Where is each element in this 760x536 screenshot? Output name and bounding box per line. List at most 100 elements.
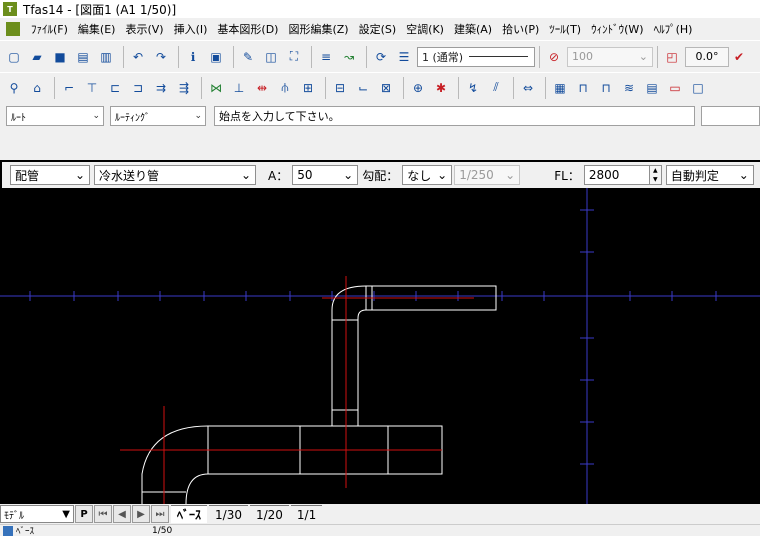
hatch-icon[interactable]: ⫽ [486, 78, 506, 98]
auto-select[interactable]: 自動判定 ⌄ [665, 165, 754, 185]
size-select[interactable]: 50 ⌄ [292, 165, 359, 185]
tab-1-30[interactable]: 1/30 [209, 505, 248, 523]
angle-field[interactable]: 0.0° [685, 46, 729, 67]
square-icon[interactable]: □ [688, 78, 708, 98]
menu-architecture[interactable]: 建築(A) [449, 21, 497, 37]
usage-select[interactable]: 冷水送り管 ⌄ [94, 165, 256, 185]
undo-icon[interactable]: ↶ [128, 47, 148, 67]
slope-value: なし [407, 168, 432, 183]
open-icon[interactable]: ▰ [27, 47, 47, 67]
next-page-icon[interactable]: ▶ [132, 505, 150, 523]
coordinate-input[interactable] [701, 106, 760, 126]
rounded-rect-icon[interactable]: ▭ [665, 78, 685, 98]
chevron-down-icon: ⌄ [738, 168, 749, 182]
menu-file[interactable]: ﾌｧｲﾙ(F) [26, 21, 73, 37]
check-icon[interactable]: ✔ [729, 47, 749, 67]
window-title: Tfas14 - [図面1 (A1 1/50)] [23, 2, 177, 17]
menu-tools[interactable]: ﾂｰﾙ(T) [544, 21, 586, 37]
tee-icon[interactable]: ⊤ [82, 78, 102, 98]
duct-branch-icon[interactable]: ⊠ [376, 78, 396, 98]
document-icon[interactable] [6, 22, 20, 36]
chevron-down-icon: ⌄ [194, 111, 202, 121]
layer-select[interactable]: 1 (通常) [417, 46, 535, 67]
menu-view[interactable]: 表示(V) [120, 21, 168, 37]
routing-select[interactable]: ﾙｰﾃｨﾝｸﾞ ⌄ [110, 106, 206, 126]
duct-icon[interactable]: ⊟ [330, 78, 350, 98]
drawing-toolbar: ⚲ ⌂ ⌐ ⊤ ⊏ ⊐ ⇉ ⇶ ⋈ ⊥ ⇹ ⫛ ⊞ ⊟ ⌙ ⊠ ⊕ ✱ ↯ ⫽ … [0, 72, 760, 102]
table-icon[interactable]: ▦ [550, 78, 570, 98]
ratio-select[interactable]: 1/250 ⌄ [454, 165, 521, 185]
menu-help[interactable]: ﾍﾙﾌﾟ(H) [649, 21, 698, 37]
scale-select[interactable]: 100 ⌄ [567, 46, 653, 67]
prev-page-icon[interactable]: ◀ [113, 505, 131, 523]
size-label: A： [268, 168, 289, 183]
print-icon[interactable]: ▥ [96, 47, 116, 67]
fl-spinner[interactable]: ▲ ▼ [649, 165, 662, 185]
menu-settings[interactable]: 設定(S) [354, 21, 402, 37]
auto-value: 自動判定 [670, 168, 719, 183]
no-entry-icon[interactable]: ⊘ [544, 47, 564, 67]
layer-icon[interactable]: ☰ [394, 47, 414, 67]
menu-basic-shapes[interactable]: 基本図形(D) [212, 21, 283, 37]
new-icon[interactable]: ▢ [4, 47, 24, 67]
pen-icon[interactable]: ✎ [238, 47, 258, 67]
menu-hvac[interactable]: 空調(K) [401, 21, 449, 37]
route-select[interactable]: ﾙｰﾄ ⌄ [6, 106, 104, 126]
fixture-icon[interactable]: ⌂ [27, 78, 47, 98]
menu-window[interactable]: ｳｨﾝﾄﾞｳ(W) [586, 21, 648, 37]
pipe-cut-icon[interactable]: ⇹ [252, 78, 272, 98]
frame-left-icon[interactable]: ⊓ [573, 78, 593, 98]
slope-label: 勾配： [362, 168, 399, 183]
menu-shape-edit[interactable]: 図形編集(Z) [283, 21, 353, 37]
equipment-icon[interactable]: ⚲ [4, 78, 24, 98]
fan-icon[interactable]: ✱ [431, 78, 451, 98]
branch-icon[interactable]: ⊐ [128, 78, 148, 98]
property-icon[interactable]: ▣ [206, 47, 226, 67]
duct-elbow-icon[interactable]: ⌙ [353, 78, 373, 98]
flange-icon[interactable]: ⊥ [229, 78, 249, 98]
standard-toolbar: ▢ ▰ ■ ▤ ▥ ↶ ↷ ℹ ▣ ✎ ◫ ⛶ ≡ ↝ ⟳ ☰ 1 (通常) ⊘… [0, 40, 760, 72]
reducer-icon[interactable]: ⊏ [105, 78, 125, 98]
connect-icon[interactable]: ⊞ [298, 78, 318, 98]
dimension-icon[interactable]: ⇔ [518, 78, 538, 98]
layers-icon[interactable]: ≋ [619, 78, 639, 98]
valve-icon[interactable]: ⋈ [206, 78, 226, 98]
slope-select[interactable]: なし ⌄ [402, 165, 453, 185]
refresh-icon[interactable]: ⟳ [371, 47, 391, 67]
toolbar-separator [201, 76, 202, 99]
text-format-icon[interactable]: ≡ [316, 47, 336, 67]
spin-up-icon[interactable]: ▲ [650, 166, 661, 175]
rotate-icon[interactable]: ◰ [662, 47, 682, 67]
spin-down-icon[interactable]: ▼ [650, 175, 661, 184]
route-icon[interactable]: ↯ [463, 78, 483, 98]
paper-button[interactable]: P [75, 505, 93, 523]
measure-icon[interactable]: ↝ [339, 47, 359, 67]
stack-icon[interactable]: ▤ [642, 78, 662, 98]
info-icon[interactable]: ℹ [183, 47, 203, 67]
frame-right-icon[interactable]: ⊓ [596, 78, 616, 98]
drawing-canvas[interactable] [0, 160, 760, 504]
toolbar-separator [178, 45, 179, 68]
model-select[interactable]: ﾓﾃﾞﾙ ▼ [0, 505, 74, 523]
print-preview-icon[interactable]: ▤ [73, 47, 93, 67]
fit-view-icon[interactable]: ⛶ [284, 47, 304, 67]
tab-base[interactable]: ﾍﾞｰｽ [171, 505, 208, 523]
menu-insert[interactable]: 挿入(I) [169, 21, 213, 37]
fl-input[interactable]: 2800 [583, 165, 650, 185]
first-page-icon[interactable]: ⏮ [94, 505, 112, 523]
last-page-icon[interactable]: ⏭ [151, 505, 169, 523]
save-icon[interactable]: ■ [50, 47, 70, 67]
frame-icon[interactable]: ◫ [261, 47, 281, 67]
support-icon[interactable]: ⫛ [275, 78, 295, 98]
menu-edit[interactable]: 編集(E) [73, 21, 121, 37]
elbow-icon[interactable]: ⌐ [59, 78, 79, 98]
kind-select[interactable]: 配管 ⌄ [10, 165, 90, 185]
menu-takeoff[interactable]: 拾い(P) [497, 21, 544, 37]
split-icon[interactable]: ⇉ [151, 78, 171, 98]
redo-icon[interactable]: ↷ [151, 47, 171, 67]
join-icon[interactable]: ⇶ [174, 78, 194, 98]
tab-1-20[interactable]: 1/20 [249, 505, 289, 523]
tab-1-1[interactable]: 1/1 [290, 505, 323, 523]
target-icon[interactable]: ⊕ [408, 78, 428, 98]
menu-bar: ﾌｧｲﾙ(F) 編集(E) 表示(V) 挿入(I) 基本図形(D) 図形編集(Z… [0, 18, 760, 40]
